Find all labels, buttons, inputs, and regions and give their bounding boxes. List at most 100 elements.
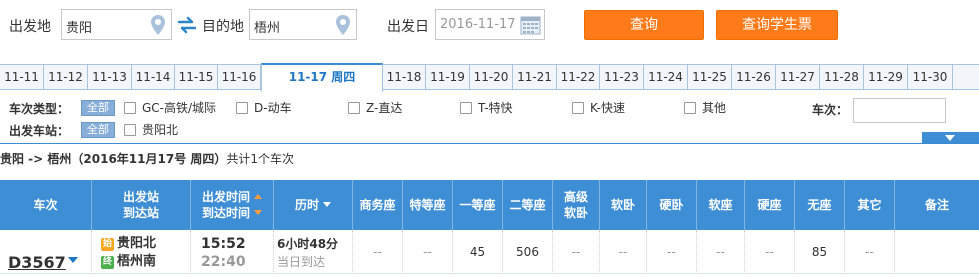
date-tab[interactable]: 11-17 周四 — [261, 63, 383, 92]
seat-second: 506 — [503, 230, 553, 274]
date-tab[interactable]: 11-28 — [820, 65, 864, 90]
table-row: D3567 始贵阳北 终梧州南 15:52 22:40 6小时48分 当日到达 … — [0, 230, 979, 274]
date-tabs: 11-11 11-12 11-13 11-14 11-15 11-16 11-17 周四 11… — [0, 63, 979, 92]
count-suffix: 个车次 — [258, 152, 295, 166]
chevron-down-icon — [945, 135, 955, 141]
filter-option-station[interactable]: 贵阳北 — [124, 122, 178, 138]
col-remark: 备注 — [924, 198, 949, 212]
col-hard-seat: 硬座 — [745, 180, 795, 230]
col-other: 其它 — [845, 180, 895, 230]
seat-soft-sleeper: -- — [600, 230, 647, 274]
date-field[interactable]: 2016-11-17 — [435, 9, 545, 40]
date-label: 出发日 — [387, 19, 429, 35]
train-no-input[interactable] — [853, 98, 946, 123]
date-tab[interactable]: 11-29 — [864, 65, 908, 90]
from-value: 贵阳 — [66, 21, 93, 36]
checkbox-icon[interactable] — [236, 102, 248, 114]
route-text: 贵阳 -> 梧州（2016年11月17号 周四） — [0, 152, 227, 166]
col-soft-seat: 软座 — [697, 180, 745, 230]
date-tab[interactable]: 11-19 — [426, 65, 470, 90]
sort-duration-icon[interactable] — [323, 202, 331, 207]
col-duration[interactable]: 历时 — [274, 180, 353, 230]
checkbox-icon[interactable] — [460, 102, 472, 114]
col-second: 二等座 — [503, 180, 553, 230]
search-bar: 出发地 贵阳 目的地 梧州 出发日 2016-11-17 查询 查询学生票 — [0, 0, 979, 50]
depart-station-label: 出发车站： — [9, 124, 70, 138]
col-train: 车次 — [0, 180, 92, 230]
collapse-filter-button[interactable] — [922, 132, 979, 143]
filter-option-k[interactable]: K-快速 — [572, 100, 625, 116]
date-tab[interactable]: 11-15 — [175, 65, 218, 90]
to-field[interactable]: 梧州 — [249, 9, 357, 40]
date-tab[interactable]: 11-21 — [513, 65, 557, 90]
train-type-label: 车次类型： — [9, 102, 70, 116]
checkbox-icon[interactable] — [124, 102, 136, 114]
date-tab[interactable]: 11-22 — [557, 65, 600, 90]
filter-panel: 车次类型： 全部 GC-高铁/城际 D-动车 Z-直达 T-特快 K-快速 其他… — [0, 91, 979, 143]
date-tab[interactable]: 11-27 — [776, 65, 820, 90]
calendar-icon[interactable] — [520, 14, 541, 35]
from-label: 出发地 — [9, 19, 51, 35]
date-tab[interactable]: 11-14 — [132, 65, 175, 90]
date-tab[interactable]: 11-11 — [0, 65, 44, 90]
seat-high-soft-sleeper: -- — [553, 230, 600, 274]
filter-option-gc[interactable]: GC-高铁/城际 — [124, 100, 216, 116]
train-number-link[interactable]: D3567 — [8, 241, 66, 278]
seat-special: -- — [403, 230, 453, 274]
checkbox-icon[interactable] — [572, 102, 584, 114]
checkbox-icon[interactable] — [684, 102, 696, 114]
duration: 6小时48分 — [277, 237, 339, 251]
depart-station-all-button[interactable]: 全部 — [81, 122, 115, 138]
date-tab[interactable]: 11-25 — [688, 65, 732, 90]
from-field[interactable]: 贵阳 — [61, 9, 172, 40]
train-no-label: 车次： — [812, 103, 849, 117]
seat-other: -- — [845, 230, 895, 274]
swap-icon[interactable] — [177, 16, 197, 34]
train-type-all-button[interactable]: 全部 — [81, 100, 115, 116]
date-tab[interactable]: 11-26 — [732, 65, 776, 90]
end-badge: 终 — [101, 256, 114, 269]
checkbox-icon[interactable] — [124, 124, 136, 136]
to-label: 目的地 — [202, 19, 244, 35]
to-value: 梧州 — [254, 21, 281, 36]
filter-option-other[interactable]: 其他 — [684, 100, 726, 116]
date-tab[interactable]: 11-23 — [600, 65, 644, 90]
from-station: 始贵阳北 — [101, 236, 157, 251]
seat-first: 45 — [453, 230, 503, 274]
filter-option-z[interactable]: Z-直达 — [348, 100, 402, 116]
date-tab[interactable]: 11-30 — [908, 65, 953, 90]
sort-asc-icon[interactable] — [254, 194, 262, 199]
checkbox-icon[interactable] — [348, 102, 360, 114]
col-first: 一等座 — [453, 180, 503, 230]
date-tab[interactable]: 11-12 — [44, 65, 88, 90]
col-soft-sleeper: 软卧 — [600, 180, 647, 230]
table-header: 车次 出发站 到达站 出发时间 到达时间 历时 商务座 特等座 一等座 二等座 高… — [0, 180, 979, 230]
seat-business: -- — [353, 230, 403, 274]
depart-time: 15:52 — [201, 236, 246, 252]
arrive-time: 22:40 — [201, 254, 246, 270]
date-tab[interactable]: 11-16 — [218, 65, 261, 90]
col-business: 商务座 — [353, 180, 403, 230]
seat-soft-seat: -- — [697, 230, 745, 274]
col-high-soft-sleeper: 高级 软卧 — [553, 180, 600, 230]
start-badge: 始 — [101, 238, 114, 251]
student-ticket-button[interactable]: 查询学生票 — [716, 10, 838, 40]
seat-hard-seat: -- — [745, 230, 795, 274]
date-tab[interactable]: 11-24 — [644, 65, 688, 90]
to-station: 终梧州南 — [101, 254, 157, 269]
date-tab[interactable]: 11-20 — [470, 65, 513, 90]
col-time[interactable]: 出发时间 到达时间 — [191, 180, 274, 230]
result-count: 1 — [250, 152, 259, 166]
date-tab[interactable]: 11-13 — [88, 65, 132, 90]
location-pin-icon — [151, 15, 165, 35]
filter-option-t[interactable]: T-特快 — [460, 100, 513, 116]
filter-option-d[interactable]: D-动车 — [236, 100, 292, 116]
seat-no-seat: 85 — [795, 230, 845, 274]
date-tab[interactable]: 11-18 — [383, 65, 426, 90]
query-button[interactable]: 查询 — [584, 10, 704, 40]
count-prefix: 共计 — [226, 152, 251, 166]
sort-desc-icon[interactable] — [254, 210, 262, 215]
expand-stops-icon[interactable] — [68, 257, 78, 263]
arrive-note: 当日到达 — [277, 255, 326, 269]
result-summary: 贵阳 -> 梧州（2016年11月17号 周四）共计1个车次 — [0, 143, 979, 174]
